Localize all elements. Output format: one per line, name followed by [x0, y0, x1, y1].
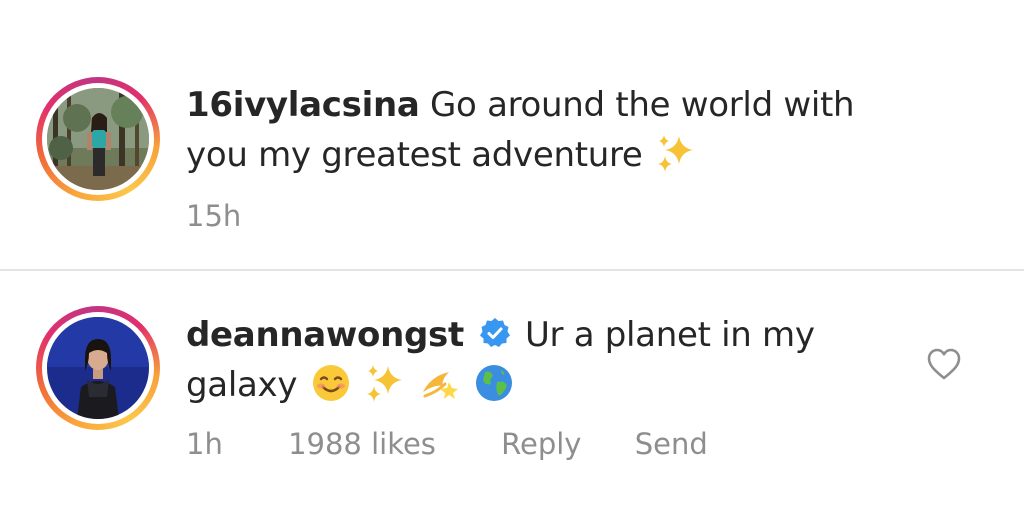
- sparkles-icon: [655, 132, 697, 174]
- comment-text-line2: galaxy: [186, 365, 298, 405]
- comment-likes-count[interactable]: 1988 likes: [288, 426, 436, 462]
- avatar-photo-icon: [47, 88, 149, 190]
- dizzy-icon: [419, 362, 461, 404]
- comment-text: deannawongst Ur a planet in my galaxy: [186, 310, 815, 410]
- smiling-face-icon: [310, 362, 352, 404]
- comment-text-line1: Ur a planet in my: [524, 315, 815, 355]
- caption-timestamp: 15h: [186, 199, 242, 233]
- verified-badge-icon: [478, 316, 512, 350]
- avatar-photo-icon: [47, 317, 149, 419]
- sparkles-icon: [364, 362, 406, 404]
- caption-text-line1: Go around the world with: [430, 85, 855, 125]
- comment-username[interactable]: deannawongst: [186, 315, 464, 355]
- caption-text-line2: you my greatest adventure: [186, 135, 643, 175]
- send-button[interactable]: Send: [635, 426, 708, 462]
- avatar[interactable]: [47, 317, 149, 419]
- globe-icon: [473, 362, 515, 404]
- caption-text: 16ivylacsina Go around the world with yo…: [186, 80, 855, 180]
- caption-meta: 15h: [186, 198, 241, 234]
- avatar[interactable]: [47, 88, 149, 190]
- reply-button[interactable]: Reply: [501, 426, 581, 462]
- story-avatar-ring[interactable]: [36, 77, 160, 201]
- comment-timestamp: 1h: [186, 427, 223, 461]
- like-heart-icon[interactable]: [926, 347, 962, 381]
- comment-thread: 16ivylacsina Go around the world with yo…: [0, 0, 1024, 514]
- caption-username[interactable]: 16ivylacsina: [186, 85, 420, 125]
- story-avatar-ring[interactable]: [36, 306, 160, 430]
- comment-meta: 1h 1988 likes Reply Send: [186, 426, 708, 462]
- post-caption: 16ivylacsina Go around the world with yo…: [0, 0, 1024, 270]
